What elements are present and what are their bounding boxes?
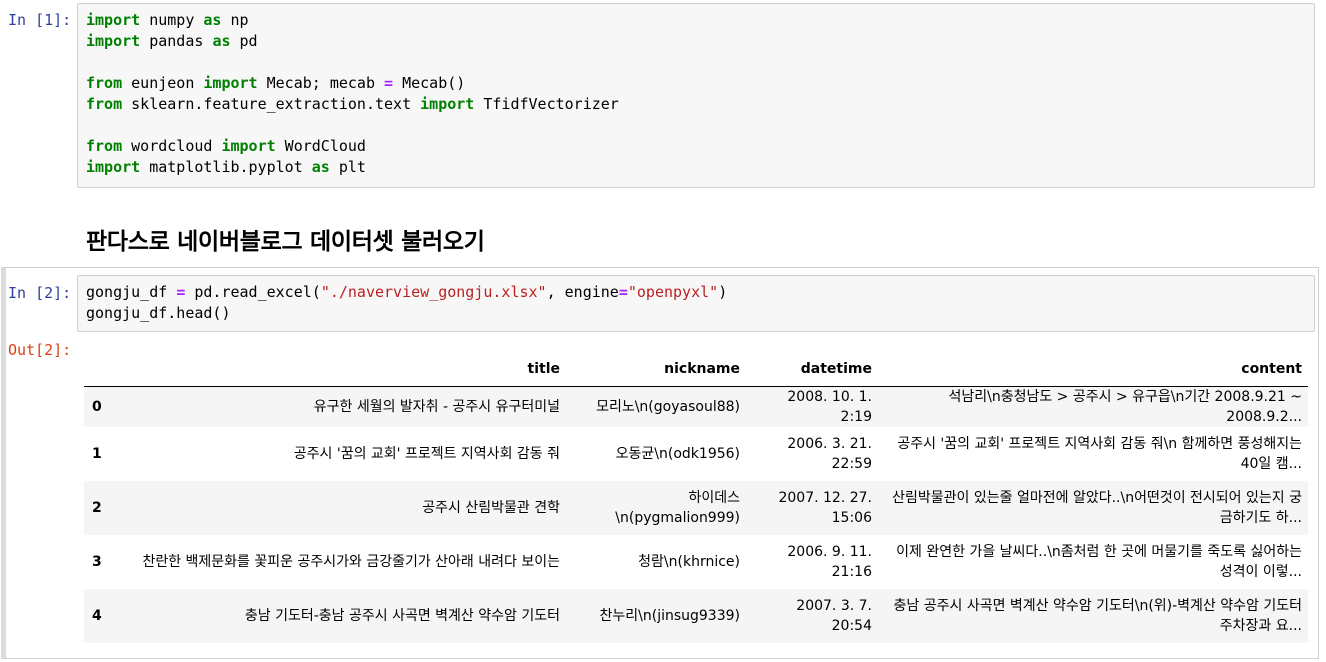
code-line: from wordcloud import WordCloud — [86, 136, 366, 157]
cell-datetime: 2008. 10. 1. 2:19 — [787, 389, 872, 425]
input-prompt-2: In [2]: — [8, 284, 72, 302]
code-token: eunjeon — [122, 74, 204, 92]
table-row: 2 공주시 산림박물관 견학 하이데스\n(pygmalion999) 2007. 1… — [84, 481, 1308, 535]
table-row: 0 유구한 세월의 발자취 - 공주시 유구터미널 모리노\n(goyasoul88… — [84, 386, 1308, 427]
column-header-index — [84, 352, 134, 387]
code-token: "openpyxl" — [627, 283, 719, 301]
cell-nickname: 하이데스\n(pygmalion999) — [615, 490, 740, 526]
dataframe-table: title nickname datetime content 0 유구한 세월의… — [84, 352, 1308, 643]
cell-nickname: 청람\n(khrnice) — [638, 554, 740, 570]
code-token: matplotlib.pyplot — [140, 158, 312, 176]
code-line: gongju_df = pd.read_excel("./naverview_g… — [86, 282, 727, 303]
cell-content: 공주시 '꿈의 교회' 프로젝트 지역사회 감동 줘\n 함께하면 풍성해지는 … — [897, 436, 1302, 472]
output-prompt-2: Out[2]: — [8, 341, 72, 359]
cell-title: 찬란한 백제문화를 꽃피운 공주시가와 금강줄기가 산아래 내려다 보이는 — [142, 554, 560, 570]
column-header-datetime: datetime — [746, 352, 878, 387]
table-row: 3 찬란한 백제문화를 꽃피운 공주시가와 금강줄기가 산아래 내려다 보이는 청람… — [84, 535, 1308, 589]
code-token: wordcloud — [122, 137, 222, 155]
code-token: numpy — [140, 11, 204, 29]
cell-index: 2 — [92, 500, 102, 516]
code-line: import numpy as np — [86, 10, 249, 31]
code-token: gongju_df — [86, 283, 177, 301]
code-line: import pandas as pd — [86, 31, 258, 52]
cell-content: 석남리\n충청남도 > 공주시 > 유구읍\n기간 2008.9.21 ~ 20… — [948, 389, 1302, 425]
cell-nickname: 오동균\n(odk1956) — [615, 446, 740, 462]
code-token: ) — [718, 283, 728, 301]
cell-datetime: 2006. 3. 21. 22:59 — [787, 436, 872, 472]
cell-title: 공주시 산림박물관 견학 — [422, 500, 560, 516]
table-body: 0 유구한 세월의 발자취 - 공주시 유구터미널 모리노\n(goyasoul88… — [84, 386, 1308, 643]
code-token: sklearn.feature_extraction.text — [122, 95, 421, 113]
code-token: import — [86, 158, 141, 176]
code-token: import — [420, 95, 475, 113]
table-row: 1 공주시 '꿈의 교회' 프로젝트 지역사회 감동 줘 오동균\n(odk1956… — [84, 427, 1308, 481]
markdown-heading: 판다스로 네이버블로그 데이터셋 불러오기 — [86, 229, 485, 255]
cell-index: 4 — [92, 608, 102, 624]
column-header-nickname: nickname — [566, 352, 746, 387]
cell-title: 유구한 세월의 발자취 - 공주시 유구터미널 — [313, 399, 560, 415]
code-token: np — [221, 11, 249, 29]
code-token: pd.read_excel( — [185, 283, 321, 301]
cell-content: 산림박물관이 있는줄 얼마전에 알았다..\n어떤것이 전시되어 있는지 궁금하… — [892, 490, 1302, 526]
code-line: from eunjeon import Mecab; mecab = Mecab… — [86, 73, 465, 94]
code-token: as — [203, 11, 222, 29]
code-token: as — [212, 32, 231, 50]
code-token: gongju_df.head() — [86, 304, 231, 322]
cell-title: 충남 기도터-충남 공주시 사곡면 벽계산 약수암 기도터 — [244, 608, 560, 624]
cell-datetime: 2007. 3. 7. 20:54 — [796, 598, 872, 634]
cell-content: 충남 공주시 사곡면 벽계산 약수암 기도터\n(위)-벽계산 약수암 기도터 … — [893, 598, 1302, 634]
column-header-content: content — [878, 352, 1308, 387]
cell-index: 0 — [92, 399, 102, 415]
code-token: pandas — [140, 32, 213, 50]
input-prompt-1: In [1]: — [8, 11, 72, 29]
code-token: from — [86, 137, 123, 155]
table-header-row: title nickname datetime content — [84, 352, 1308, 387]
code-editor-1[interactable]: import numpy as np import pandas as pd fro… — [77, 3, 1315, 188]
code-token: Mecab() — [393, 74, 466, 92]
code-token: = — [176, 283, 186, 301]
code-token: from — [86, 95, 123, 113]
cell-nickname: 모리노\n(goyasoul88) — [596, 399, 740, 415]
cell-nickname: 찬누리\n(jinsug9339) — [599, 608, 741, 624]
code-editor-2[interactable]: gongju_df = pd.read_excel("./naverview_g… — [77, 275, 1315, 332]
cell-index: 3 — [92, 554, 102, 570]
code-line: from sklearn.feature_extraction.text imp… — [86, 94, 619, 115]
code-token: plt — [329, 158, 366, 176]
code-token: = — [618, 283, 628, 301]
cell-content: 이제 완연한 가을 날씨다..\n좀처럼 한 곳에 머물기를 죽도록 싫어하는 … — [896, 544, 1302, 580]
code-token: import — [221, 137, 276, 155]
cell-datetime: 2006. 9. 11. 21:16 — [787, 544, 872, 580]
code-token: pd — [230, 32, 258, 50]
code-cell-1[interactable]: In [1]: import numpy as np import pandas … — [0, 0, 1326, 190]
code-token: = — [384, 74, 394, 92]
code-token: TfidfVectorizer — [474, 95, 619, 113]
code-token: Mecab; mecab — [257, 74, 385, 92]
code-token: from — [86, 74, 123, 92]
code-token: import — [86, 11, 141, 29]
cell-title: 공주시 '꿈의 교회' 프로젝트 지역사회 감동 줘 — [293, 446, 560, 462]
code-token: "./naverview_gongju.xlsx" — [320, 283, 547, 301]
code-token: as — [311, 158, 330, 176]
code-token: WordCloud — [275, 137, 366, 155]
code-token: import — [203, 74, 258, 92]
code-token: , engine — [546, 283, 619, 301]
code-token: import — [86, 32, 141, 50]
cell-index: 1 — [92, 446, 102, 462]
cell-datetime: 2007. 12. 27. 15:06 — [778, 490, 872, 526]
column-header-title: title — [134, 352, 566, 387]
code-line: import matplotlib.pyplot as plt — [86, 157, 366, 178]
table-row: 4 충남 기도터-충남 공주시 사곡면 벽계산 약수암 기도터 찬누리\n(jins… — [84, 589, 1308, 643]
code-line: gongju_df.head() — [86, 303, 231, 324]
